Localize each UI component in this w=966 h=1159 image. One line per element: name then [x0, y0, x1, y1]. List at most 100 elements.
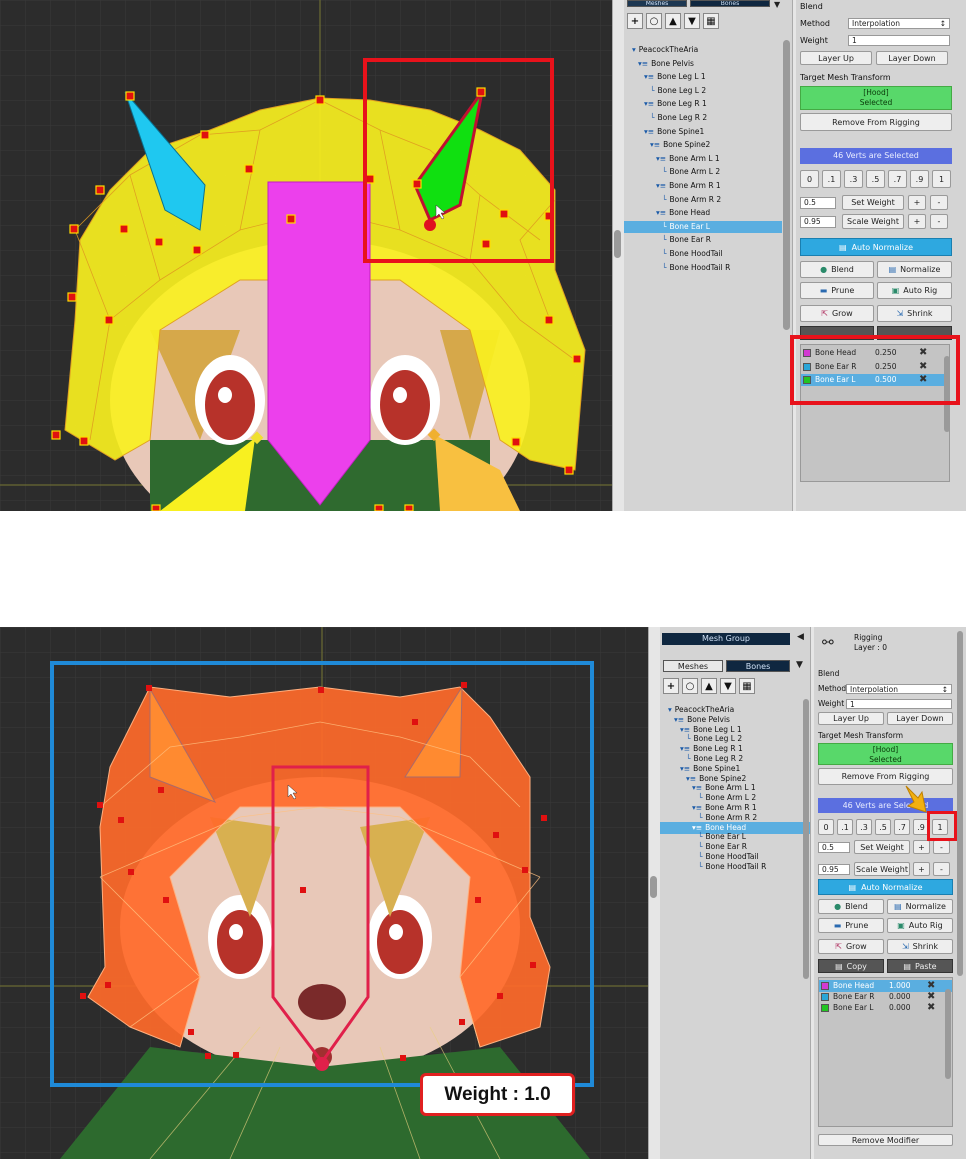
tree-item[interactable]: ▾≡ Bone Spine2 [624, 139, 782, 151]
tree-item[interactable]: ▾≡ Bone Spine1 [624, 126, 782, 138]
weight-field[interactable]: 1 [848, 35, 950, 46]
weight-list-scrollbar[interactable] [945, 989, 951, 1079]
scale-weight-value[interactable]: 0.95 [818, 864, 850, 875]
tab-bones-bottom[interactable]: Bones [726, 660, 790, 672]
scale-weight-minus-button[interactable]: - [933, 862, 950, 876]
target-mesh-box[interactable]: [Hood] Selected [818, 743, 953, 765]
tabs-dropdown-icon[interactable]: ▼ [796, 660, 803, 670]
scale-weight-button[interactable]: Scale Weight [842, 214, 904, 229]
rigging-panel-scrollbar[interactable] [957, 631, 963, 976]
scale-weight-value[interactable]: 0.95 [800, 216, 836, 228]
delete-icon[interactable]: ▦ [703, 13, 719, 29]
set-weight-minus-button[interactable]: - [933, 840, 950, 854]
move-down-icon[interactable]: ▼ [684, 13, 700, 29]
weight-preset-button[interactable]: .5 [866, 170, 885, 188]
scale-weight-button[interactable]: Scale Weight [854, 862, 910, 876]
prune-button[interactable]: ▬ Prune [818, 918, 884, 933]
weight-preset-button[interactable]: .3 [856, 819, 872, 835]
layer-down-button[interactable]: Layer Down [887, 712, 953, 725]
scale-weight-plus-button[interactable]: + [908, 214, 926, 229]
move-up-icon[interactable]: ▲ [665, 13, 681, 29]
normalize-button[interactable]: ▤ Normalize [887, 899, 953, 914]
weight-row[interactable]: Bone Ear L 0.000 ✖ [819, 1002, 952, 1014]
target-mesh-box[interactable]: [Hood] Selected [800, 86, 952, 110]
tree-item[interactable]: ▾≡ Bone Pelvis [624, 58, 782, 70]
bottom-mesh-viewport[interactable]: Weight : 1.0 [0, 627, 648, 1159]
tab-meshes-bottom[interactable]: Meshes [663, 660, 723, 672]
tree-item[interactable]: ▾≡ Bone Head [624, 207, 782, 219]
weight-preset-button[interactable]: 0 [818, 819, 834, 835]
tab-meshes[interactable]: Meshes [627, 0, 687, 7]
grow-button[interactable]: ⇱ Grow [800, 305, 874, 322]
move-up-icon[interactable]: ▲ [701, 678, 717, 694]
weight-preset-button[interactable]: 0 [800, 170, 819, 188]
weight-preset-button[interactable]: .9 [910, 170, 929, 188]
remove-from-rigging-button[interactable]: Remove From Rigging [800, 113, 952, 131]
set-weight-value[interactable]: 0.5 [818, 842, 850, 853]
paste-button[interactable]: ▤ Paste [887, 959, 953, 973]
set-weight-plus-button[interactable]: + [908, 195, 926, 210]
delete-icon[interactable]: ▦ [739, 678, 755, 694]
method-select[interactable]: Interpolation ↕ [846, 684, 952, 694]
copy-button[interactable]: ▤ Copy [818, 959, 884, 973]
layer-down-button[interactable]: Layer Down [876, 51, 948, 65]
tree-item[interactable]: ▾ PeacockTheAria [624, 44, 782, 56]
weight-preset-button[interactable]: .1 [822, 170, 841, 188]
set-weight-minus-button[interactable]: - [930, 195, 948, 210]
collapse-left-icon[interactable]: ◀ [797, 632, 804, 642]
top-mesh-viewport[interactable] [0, 0, 612, 511]
weight-preset-button[interactable]: 1 [932, 170, 951, 188]
tree-item[interactable]: └ Bone Ear L [624, 220, 782, 233]
blend-button[interactable]: ● Blend [818, 899, 884, 914]
blend-button[interactable]: ● Blend [800, 261, 874, 278]
prune-button[interactable]: ▬ Prune [800, 282, 874, 299]
tree-item[interactable]: ▾≡ Bone Arm R 1 [624, 180, 782, 192]
set-weight-button[interactable]: Set Weight [854, 840, 910, 854]
scale-weight-minus-button[interactable]: - [930, 214, 948, 229]
bottom-divider-handle[interactable] [650, 876, 657, 898]
grow-button[interactable]: ⇱ Grow [818, 939, 884, 954]
remove-modifier-button[interactable]: Remove Modifier [818, 1134, 953, 1146]
tree-item[interactable]: ▾≡ Bone Arm L 1 [624, 153, 782, 165]
auto-normalize-button[interactable]: ▤ Auto Normalize [800, 238, 952, 256]
mesh-group-bar[interactable]: Mesh Group [662, 633, 790, 645]
add-bone-icon[interactable]: + [663, 678, 679, 694]
tree-item[interactable]: └ Bone HoodTail [624, 248, 782, 260]
move-down-icon[interactable]: ▼ [720, 678, 736, 694]
weight-field[interactable]: 1 [846, 699, 952, 709]
weight-preset-button[interactable]: .3 [844, 170, 863, 188]
set-weight-value[interactable]: 0.5 [800, 197, 836, 209]
tree-item[interactable]: └ Bone Leg R 2 [624, 112, 782, 124]
weight-preset-button[interactable]: .7 [894, 819, 910, 835]
bottom-tree-scrollbar[interactable] [803, 699, 809, 979]
tree-item[interactable]: ▾≡ Bone Leg R 1 [624, 98, 782, 110]
set-weight-plus-button[interactable]: + [913, 840, 930, 854]
add-bone-icon[interactable]: + [627, 13, 643, 29]
tree-item[interactable]: └ Bone Ear R [624, 234, 782, 246]
set-weight-button[interactable]: Set Weight [842, 195, 904, 210]
scale-weight-plus-button[interactable]: + [913, 862, 930, 876]
auto-rig-button[interactable]: ▣ Auto Rig [887, 918, 953, 933]
method-select[interactable]: Interpolation ↕ [848, 18, 950, 29]
auto-normalize-button[interactable]: ▤ Auto Normalize [818, 879, 953, 895]
top-divider-handle[interactable] [614, 230, 621, 258]
shrink-button[interactable]: ⇲ Shrink [887, 939, 953, 954]
layer-up-button[interactable]: Layer Up [800, 51, 872, 65]
shrink-button[interactable]: ⇲ Shrink [877, 305, 952, 322]
layers-icon[interactable]: ○ [682, 678, 698, 694]
layers-icon[interactable]: ○ [646, 13, 662, 29]
tree-item[interactable]: ▾≡ Bone Leg L 1 [624, 71, 782, 83]
weight-preset-button[interactable]: .5 [875, 819, 891, 835]
normalize-button[interactable]: ▤ Normalize [877, 261, 952, 278]
tree-item[interactable]: └ Bone Leg L 2 [624, 85, 782, 97]
remove-weight-icon[interactable]: ✖ [927, 1002, 935, 1014]
weight-preset-button[interactable]: .1 [837, 819, 853, 835]
tree-item[interactable]: └ Bone HoodTail R [624, 262, 782, 274]
tabs-dropdown-icon[interactable]: ▼ [774, 0, 780, 9]
weight-preset-button[interactable]: .7 [888, 170, 907, 188]
layer-up-button[interactable]: Layer Up [818, 712, 884, 725]
tree-item[interactable]: └ Bone Arm L 2 [624, 166, 782, 178]
top-tree-scrollbar[interactable] [783, 40, 790, 330]
tab-bones[interactable]: Bones [690, 0, 770, 7]
auto-rig-button[interactable]: ▣ Auto Rig [877, 282, 952, 299]
